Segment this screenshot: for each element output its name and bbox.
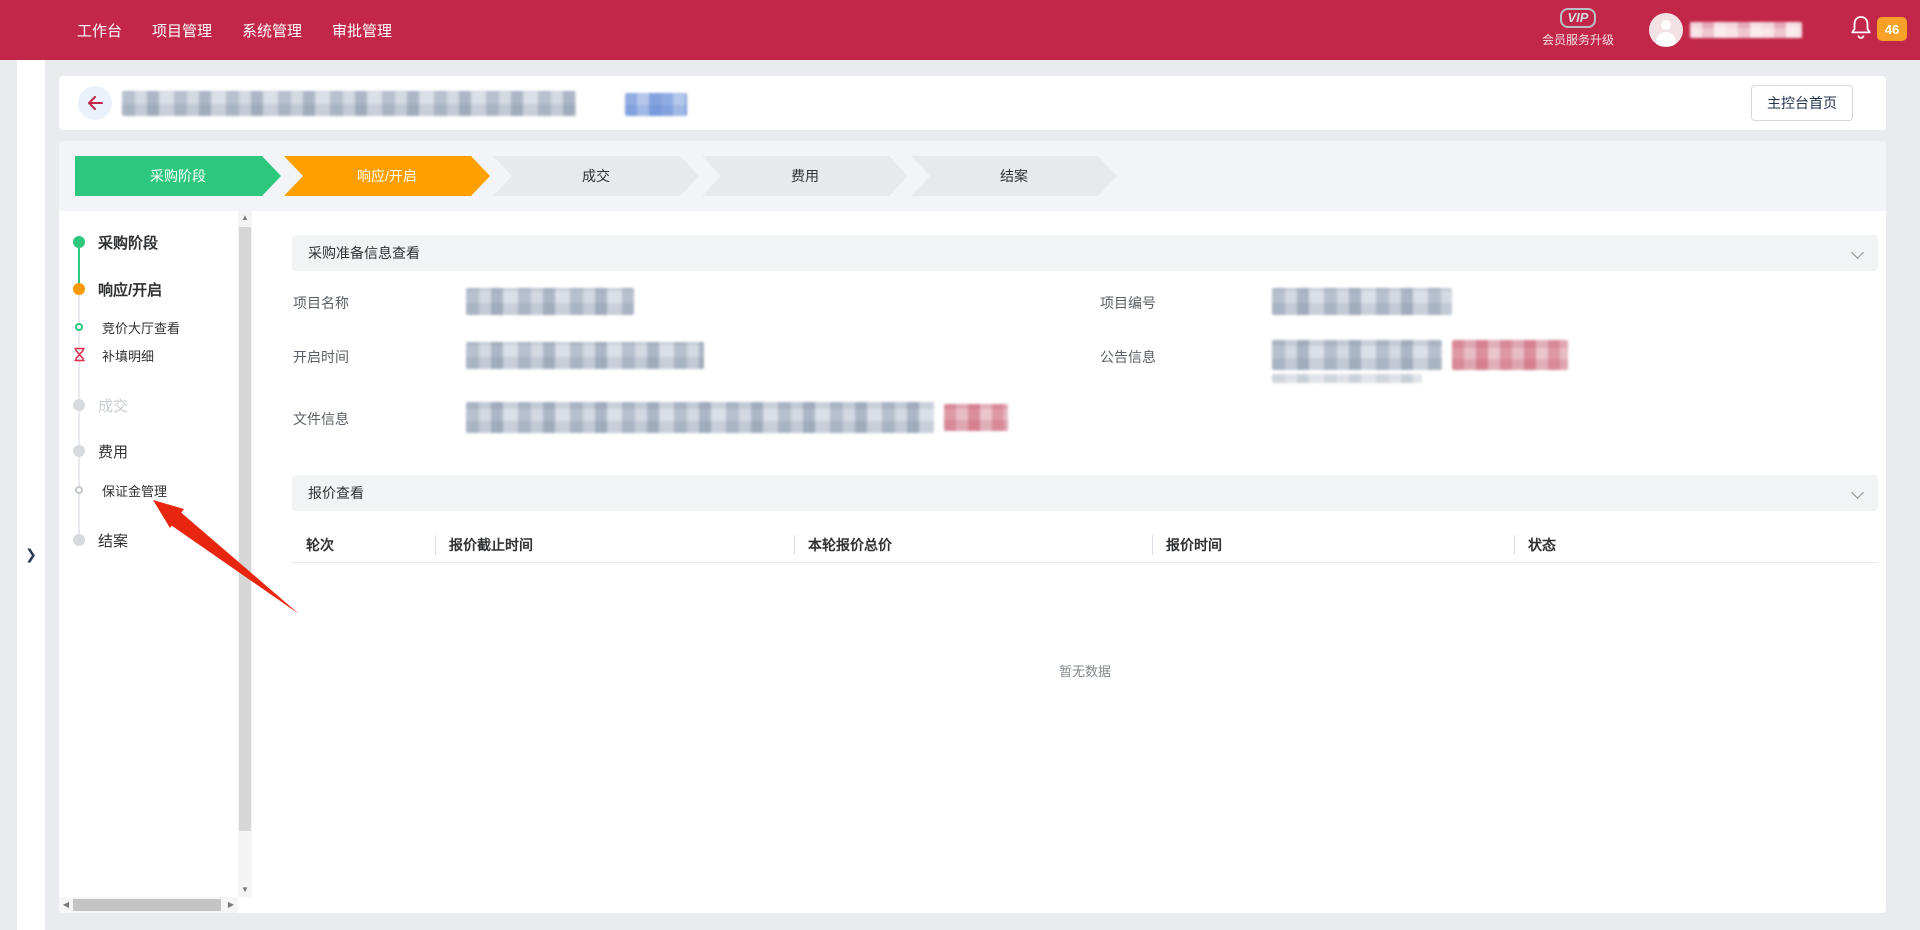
green-dot-icon	[73, 236, 85, 248]
vertical-scrollbar-thumb[interactable]	[239, 227, 251, 831]
value-file-info-redacted	[466, 402, 934, 433]
gray-dot-icon	[73, 445, 85, 457]
top-navigation-bar: 工作台 项目管理 系统管理 审批管理 VIP 会员服务升级 46	[0, 0, 1920, 60]
quote-table-header: 轮次 报价截止时间 本轮报价总价 报价时间 状态	[292, 527, 1878, 563]
nav-item-workbench[interactable]: 工作台	[77, 20, 122, 41]
chevron-down-icon[interactable]	[1851, 486, 1864, 499]
horizontal-scrollbar-thumb[interactable]	[73, 899, 221, 911]
section-title: 采购准备信息查看	[308, 243, 420, 263]
field-label-open-time: 开启时间	[293, 347, 349, 367]
empty-state-text: 暂无数据	[292, 661, 1878, 680]
vip-icon: VIP	[1560, 8, 1597, 28]
column-header-status: 状态	[1514, 535, 1878, 555]
project-title-redacted	[122, 91, 576, 116]
scroll-right-icon[interactable]: ▶	[224, 898, 238, 912]
main-card: 采购阶段 响应/开启 成交 费用 结案 采购阶段 响应/开启 竞价大厅查看	[59, 141, 1886, 913]
username-redacted	[1690, 22, 1802, 38]
field-label-file-info: 文件信息	[293, 409, 349, 429]
column-header-quote-time: 报价时间	[1152, 535, 1514, 555]
collapsed-panel: ❯	[17, 60, 45, 930]
column-header-round: 轮次	[292, 535, 435, 555]
timeline-connector-done	[78, 248, 80, 284]
stage-step-close[interactable]: 结案	[911, 156, 1117, 196]
file-link-redacted[interactable]	[944, 404, 1008, 431]
section-title: 报价查看	[308, 483, 364, 503]
stage-progress-bar: 采购阶段 响应/开启 成交 费用 结案	[59, 141, 1886, 211]
gray-ring-icon	[75, 486, 83, 494]
gray-dot-icon	[73, 534, 85, 546]
value-announcement-redacted	[1272, 340, 1442, 370]
column-header-round-total: 本轮报价总价	[794, 535, 1152, 555]
announcement-line2-redacted	[1272, 374, 1422, 383]
console-home-button[interactable]: 主控台首页	[1751, 85, 1853, 121]
gray-dot-icon	[73, 399, 85, 411]
announcement-link-redacted[interactable]	[1452, 340, 1568, 370]
stage-sidebar: 采购阶段 响应/开启 竞价大厅查看 补填明细 成交	[59, 211, 252, 913]
section-header-quote-view: 报价查看	[292, 475, 1878, 511]
scroll-down-icon[interactable]: ▼	[238, 883, 252, 897]
nav-item-system-management[interactable]: 系统管理	[242, 20, 302, 41]
nav-item-project-management[interactable]: 项目管理	[152, 20, 212, 41]
project-status-tag-redacted	[625, 93, 687, 116]
value-open-time-redacted	[466, 342, 704, 369]
column-header-quote-deadline: 报价截止时间	[435, 535, 794, 555]
stage-step-procurement[interactable]: 采购阶段	[75, 156, 281, 196]
hourglass-icon	[73, 347, 86, 362]
section-header-prep-info: 采购准备信息查看	[292, 235, 1878, 271]
sidebar-vertical-scrollbar[interactable]: ▲ ▼	[238, 211, 252, 897]
stage-step-fee[interactable]: 费用	[702, 156, 908, 196]
chevron-down-icon[interactable]	[1851, 246, 1864, 259]
orange-dot-icon	[73, 283, 85, 295]
scroll-left-icon[interactable]: ◀	[59, 898, 73, 912]
back-button[interactable]	[78, 86, 112, 120]
scroll-up-icon[interactable]: ▲	[238, 211, 252, 225]
sidebar-horizontal-scrollbar[interactable]: ◀ ▶	[59, 897, 238, 913]
app-window: 工作台 项目管理 系统管理 审批管理 VIP 会员服务升级 46	[0, 0, 1920, 930]
stage-step-response-open[interactable]: 响应/开启	[284, 156, 490, 196]
expand-panel-toggle-icon[interactable]: ❯	[23, 542, 39, 566]
bell-icon[interactable]	[1850, 14, 1872, 40]
main-nav: 工作台 项目管理 系统管理 审批管理	[0, 20, 392, 41]
content-area: 采购准备信息查看 项目名称 项目编号 开启时间 公告信息 文件信息 报价查看	[276, 211, 1886, 913]
vip-upgrade[interactable]: VIP 会员服务升级	[1528, 8, 1628, 48]
user-icon	[1661, 20, 1671, 30]
field-label-announcement: 公告信息	[1100, 347, 1156, 367]
notification-count-badge[interactable]: 46	[1877, 17, 1907, 41]
value-project-no-redacted	[1272, 288, 1452, 315]
vip-upgrade-label: 会员服务升级	[1528, 31, 1628, 48]
field-label-project-name: 项目名称	[293, 293, 349, 313]
green-ring-icon	[75, 323, 83, 331]
nav-item-approval-management[interactable]: 审批管理	[332, 20, 392, 41]
field-label-project-no: 项目编号	[1100, 293, 1156, 313]
stage-step-deal[interactable]: 成交	[493, 156, 699, 196]
page-title-card: 主控台首页	[59, 76, 1886, 130]
value-project-name-redacted	[466, 288, 634, 315]
avatar[interactable]	[1649, 13, 1683, 47]
